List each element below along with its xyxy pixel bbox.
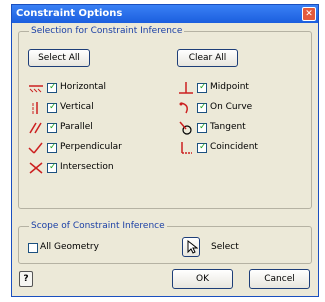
select-all-label: Select All [38, 53, 80, 63]
constraint-row-coincident[interactable]: ✓ Coincident [178, 141, 298, 155]
tangent-checkbox[interactable]: ✓ [197, 122, 207, 133]
on-curve-constraint-icon [179, 102, 188, 114]
dialog-title: Constraint Options [16, 8, 123, 19]
constraint-row-perpendicular[interactable]: ✓ Perpendicular [28, 141, 148, 155]
constraint-row-intersection[interactable]: ✓ Intersection [28, 161, 148, 175]
perpendicular-label: Perpendicular [60, 142, 122, 152]
constraint-row-on-curve[interactable]: ✓ On Curve [178, 101, 298, 115]
parallel-checkbox[interactable]: ✓ [47, 122, 57, 133]
intersection-checkbox[interactable]: ✓ [47, 162, 57, 173]
ok-button[interactable]: OK [172, 269, 233, 289]
horizontal-label: Horizontal [60, 82, 106, 92]
check-mark-icon: ✓ [49, 122, 57, 132]
tangent-label: Tangent [210, 122, 246, 132]
check-mark-icon: ✓ [49, 82, 57, 92]
help-icon: ? [23, 274, 29, 284]
check-mark-icon: ✓ [49, 142, 57, 152]
cancel-button[interactable]: Cancel [249, 269, 310, 289]
select-all-button[interactable]: Select All [28, 49, 90, 67]
check-mark-icon: ✓ [199, 142, 207, 152]
horizontal-checkbox[interactable]: ✓ [47, 82, 57, 93]
check-mark-icon: ✓ [49, 102, 57, 112]
coincident-checkbox[interactable]: ✓ [197, 142, 207, 153]
constraint-row-tangent[interactable]: ✓ Tangent [178, 121, 298, 135]
constraint-row-vertical[interactable]: ✓ Vertical [28, 101, 148, 115]
close-icon: ✕ [305, 9, 313, 19]
midpoint-checkbox[interactable]: ✓ [197, 82, 207, 93]
constraint-row-midpoint[interactable]: ✓ Midpoint [178, 81, 298, 95]
constraint-row-horizontal[interactable]: ✓ Horizontal [28, 81, 148, 95]
select-label: Select [211, 242, 239, 252]
check-mark-icon: ✓ [199, 102, 207, 112]
clear-all-button[interactable]: Clear All [177, 49, 238, 67]
midpoint-label: Midpoint [210, 82, 249, 92]
coincident-constraint-icon [181, 142, 192, 154]
intersection-constraint-icon [29, 162, 43, 174]
help-button[interactable]: ? [19, 271, 33, 287]
ok-label: OK [196, 274, 209, 284]
scope-group-legend: Scope of Constraint Inference [29, 221, 167, 231]
perpendicular-constraint-icon [28, 142, 43, 154]
midpoint-constraint-icon [179, 82, 193, 94]
perpendicular-checkbox[interactable]: ✓ [47, 142, 57, 153]
parallel-constraint-icon [29, 122, 42, 134]
all-geometry-row[interactable]: All Geometry [28, 241, 128, 255]
vertical-checkbox[interactable]: ✓ [47, 102, 57, 113]
parallel-label: Parallel [60, 122, 93, 132]
check-mark-icon: ✓ [49, 162, 57, 172]
cursor-arrow-icon [187, 239, 198, 254]
all-geometry-checkbox[interactable] [28, 243, 38, 253]
vertical-label: Vertical [60, 102, 94, 112]
constraint-options-dialog: Constraint Options ✕ Selection for Const… [11, 4, 319, 297]
title-bar[interactable]: Constraint Options ✕ [12, 5, 318, 23]
tangent-constraint-icon [179, 121, 192, 135]
check-mark-icon: ✓ [199, 122, 207, 132]
on-curve-label: On Curve [210, 102, 253, 112]
check-mark-icon: ✓ [199, 82, 207, 92]
on-curve-checkbox[interactable]: ✓ [197, 102, 207, 113]
horizontal-constraint-icon [29, 85, 43, 93]
intersection-label: Intersection [60, 162, 114, 172]
cancel-label: Cancel [264, 274, 295, 284]
close-button[interactable]: ✕ [302, 7, 316, 21]
constraint-row-parallel[interactable]: ✓ Parallel [28, 121, 148, 135]
coincident-label: Coincident [210, 142, 258, 152]
all-geometry-label: All Geometry [40, 242, 99, 252]
clear-all-label: Clear All [188, 53, 227, 63]
select-geometry-button[interactable] [182, 237, 200, 257]
vertical-constraint-icon [32, 102, 38, 114]
selection-group-legend: Selection for Constraint Inference [29, 26, 185, 36]
